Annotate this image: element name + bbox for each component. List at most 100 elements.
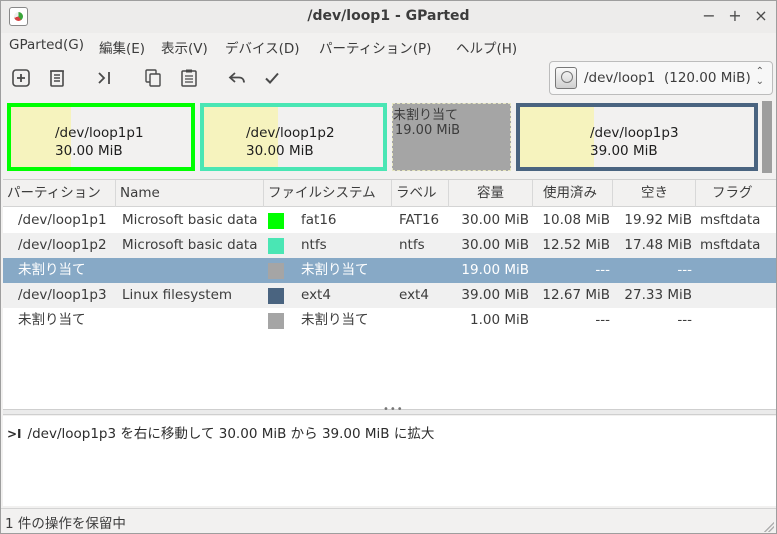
diskmap-p3-name: /dev/loop1p3	[590, 125, 679, 141]
table-row[interactable]: 未割り当て 未割り当て 1.00 MiB --- ---	[3, 308, 776, 333]
drag-handle-icon: •••	[383, 404, 404, 415]
table-header: パーティション Name ファイルシステム ラベル 容量 使用済み 空き フラグ	[3, 180, 776, 207]
table-row[interactable]: /dev/loop1p3 Linux filesystem ext4 ext4 …	[3, 283, 776, 308]
maximize-button[interactable]: +	[724, 5, 746, 27]
col-name[interactable]: Name	[116, 180, 264, 207]
cell-flags: msftdata	[700, 237, 761, 253]
cell-name: Linux filesystem	[122, 287, 233, 303]
cell-name: Microsoft basic data	[122, 237, 258, 253]
delete-partition-button[interactable]	[44, 65, 70, 91]
menu-view[interactable]: 表示(V)	[161, 37, 208, 57]
cell-free: 17.48 MiB	[624, 237, 692, 253]
disk-map: /dev/loop1p1 30.00 MiB /dev/loop1p2 30.0…	[3, 99, 774, 177]
cell-label: ext4	[399, 287, 429, 303]
apply-button[interactable]	[259, 65, 285, 91]
pending-operation-item[interactable]: >I/dev/loop1p3 を右に移動して 30.00 MiB から 39.0…	[7, 422, 434, 442]
fs-color-swatch	[268, 263, 284, 279]
col-size[interactable]: 容量	[449, 180, 533, 207]
partition-table: パーティション Name ファイルシステム ラベル 容量 使用済み 空き フラグ…	[3, 179, 776, 409]
cell-filesystem: ext4	[301, 287, 331, 303]
table-row-selected[interactable]: 未割り当て 未割り当て 19.00 MiB --- ---	[3, 258, 776, 283]
menu-gparted[interactable]: GParted(G)	[9, 37, 84, 53]
col-filesystem[interactable]: ファイルシステム	[264, 180, 392, 207]
cell-size: 30.00 MiB	[461, 237, 529, 253]
cell-label: FAT16	[399, 212, 440, 228]
cell-free: 19.92 MiB	[624, 212, 692, 228]
cell-partition: /dev/loop1p2	[18, 237, 107, 253]
menu-bar: GParted(G) 編集(E) 表示(V) デバイス(D) パーティション(P…	[1, 33, 776, 57]
cell-filesystem: fat16	[301, 212, 337, 228]
window-title: /dev/loop1 - GParted	[307, 8, 470, 24]
harddisk-icon	[555, 67, 577, 89]
device-size: (120.00 MiB)	[663, 70, 751, 86]
resize-move-icon	[98, 72, 110, 84]
minimize-button[interactable]: −	[698, 5, 720, 27]
title-bar: /dev/loop1 - GParted − + ×	[1, 1, 776, 33]
col-free[interactable]: 空き	[613, 180, 696, 207]
cell-partition: 未割り当て	[18, 312, 86, 328]
fs-color-swatch	[268, 238, 284, 254]
fs-color-swatch	[268, 213, 284, 229]
cell-label: ntfs	[399, 237, 425, 253]
diskmap-unallocated[interactable]: 未割り当て 19.00 MiB	[392, 103, 511, 171]
col-used[interactable]: 使用済み	[533, 180, 613, 207]
copy-button[interactable]	[140, 65, 166, 91]
diskmap-unallocated-tail[interactable]	[762, 101, 772, 173]
cell-name: Microsoft basic data	[122, 212, 258, 228]
fs-color-swatch	[268, 313, 284, 329]
resize-move-button[interactable]	[92, 65, 118, 91]
col-flags[interactable]: フラグ	[696, 180, 776, 207]
table-row[interactable]: /dev/loop1p2 Microsoft basic data ntfs n…	[3, 233, 776, 258]
diskmap-unalloc-size: 19.00 MiB	[395, 123, 461, 138]
diskmap-p2-size: 30.00 MiB	[246, 143, 314, 159]
gparted-window: /dev/loop1 - GParted − + × GParted(G) 編集…	[0, 0, 777, 534]
diskmap-unalloc-label: 未割り当て	[393, 108, 459, 123]
device-name: /dev/loop1	[584, 70, 656, 86]
undo-button[interactable]	[224, 65, 250, 91]
new-partition-button[interactable]	[8, 65, 34, 91]
col-label[interactable]: ラベル	[392, 180, 449, 207]
menu-help[interactable]: ヘルプ(H)	[456, 37, 517, 57]
pane-splitter[interactable]: •••	[3, 404, 776, 415]
diskmap-p2-name: /dev/loop1p2	[246, 125, 335, 141]
cell-free: 27.33 MiB	[624, 287, 692, 303]
pending-operation-text: /dev/loop1p3 を右に移動して 30.00 MiB から 39.00 …	[27, 426, 435, 442]
resize-move-icon: >I	[7, 427, 22, 441]
cell-filesystem: 未割り当て	[301, 312, 369, 328]
cell-filesystem: ntfs	[301, 237, 327, 253]
col-partition[interactable]: パーティション	[3, 180, 116, 207]
delete-partition-icon	[50, 70, 64, 87]
cell-used: 12.67 MiB	[542, 287, 610, 303]
close-button[interactable]: ×	[750, 5, 772, 27]
cell-filesystem: 未割り当て	[301, 262, 369, 278]
undo-icon	[228, 72, 245, 83]
cell-flags: msftdata	[700, 212, 761, 228]
cell-used: 10.08 MiB	[542, 212, 610, 228]
cell-size: 19.00 MiB	[461, 262, 529, 278]
menu-partition[interactable]: パーティション(P)	[319, 37, 431, 57]
resize-grip-icon[interactable]	[764, 522, 774, 532]
cell-size: 39.00 MiB	[461, 287, 529, 303]
cell-free: ---	[677, 312, 692, 328]
table-row[interactable]: /dev/loop1p1 Microsoft basic data fat16 …	[3, 208, 776, 233]
cell-size: 30.00 MiB	[461, 212, 529, 228]
device-selector[interactable]: /dev/loop1 (120.00 MiB) ⌃ ⌄	[549, 61, 773, 95]
cell-partition: 未割り当て	[18, 262, 86, 278]
status-bar: 1 件の操作を保留中	[1, 508, 776, 533]
diskmap-partition-loop1p3[interactable]: /dev/loop1p3 39.00 MiB	[516, 103, 758, 171]
diskmap-p3-size: 39.00 MiB	[590, 143, 658, 159]
paste-button[interactable]	[176, 65, 202, 91]
cell-used: 12.52 MiB	[542, 237, 610, 253]
cell-used: ---	[595, 262, 610, 278]
cell-size: 1.00 MiB	[469, 312, 529, 328]
diskmap-p1-name: /dev/loop1p1	[55, 125, 144, 141]
cell-partition: /dev/loop1p1	[18, 212, 107, 228]
diskmap-partition-loop1p2[interactable]: /dev/loop1p2 30.00 MiB	[200, 103, 387, 171]
new-partition-icon	[12, 69, 30, 87]
diskmap-partition-loop1p1[interactable]: /dev/loop1p1 30.00 MiB	[7, 103, 195, 171]
paste-icon	[181, 69, 197, 87]
menu-edit[interactable]: 編集(E)	[99, 37, 145, 57]
pending-operations-list: >I/dev/loop1p3 を右に移動して 30.00 MiB から 39.0…	[3, 416, 776, 506]
spin-arrows-icon: ⌃ ⌄	[755, 66, 764, 87]
menu-device[interactable]: デバイス(D)	[225, 37, 300, 57]
